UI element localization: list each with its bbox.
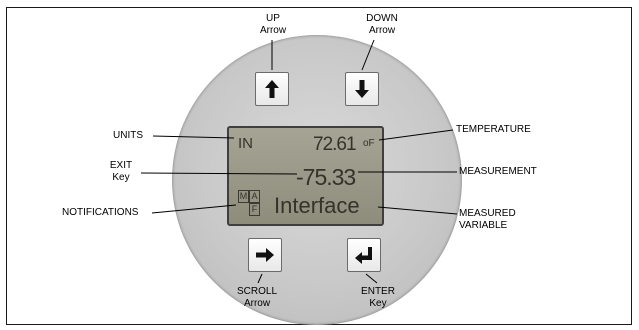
label-units: UNITS	[113, 130, 143, 141]
leader-exit	[140, 172, 298, 175]
device-diagram: IN 72.61 oF -75.33 M A F Interface UP Ar…	[0, 0, 639, 330]
leader-units	[152, 135, 235, 139]
label-notifications: NOTIFICATIONS	[62, 207, 139, 218]
leader-scroll	[257, 273, 263, 284]
label-down-arrow: DOWN Arrow	[366, 13, 398, 36]
label-measured-variable: MEASURED VARIABLE	[459, 208, 516, 231]
leader-down	[361, 39, 375, 71]
leader-temperature	[378, 129, 454, 141]
label-enter-key: ENTER Key	[361, 286, 395, 309]
leader-variable	[377, 206, 458, 215]
leader-lines	[140, 39, 458, 284]
label-up-arrow: UP Arrow	[259, 13, 287, 36]
label-exit-key: EXIT Key	[109, 160, 133, 183]
leader-notifications	[151, 204, 237, 214]
label-scroll-arrow: SCROLL Arrow	[236, 286, 277, 309]
leader-enter	[365, 273, 378, 284]
label-temperature: TEMPERATURE	[456, 124, 531, 135]
label-measurement: MEASUREMENT	[459, 166, 537, 177]
